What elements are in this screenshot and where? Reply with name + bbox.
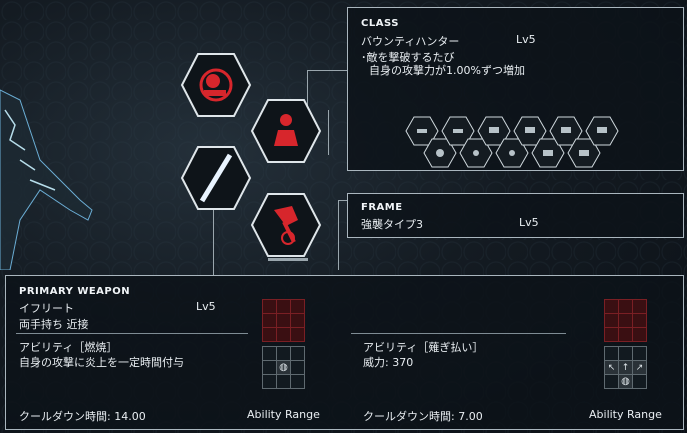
ability2-range-grid-self: ↖ ↑ ↗ ◍ (604, 346, 647, 389)
weapon-type: 両手持ち 近接 (19, 318, 89, 331)
ability1-range-grid-self: ◍ (262, 346, 305, 389)
frame-panel-title: FRAME (361, 202, 403, 213)
hex-slot-weapon[interactable] (250, 192, 322, 258)
weapon-name: イフリート (19, 302, 74, 315)
primary-weapon-panel: PRIMARY WEAPON イフリート Lv5 両手持ち 近接 アビリティ［燃… (5, 275, 684, 430)
self-marker-icon: ◍ (276, 360, 291, 375)
skill-hex-grid (405, 116, 619, 168)
arrow-right-icon: ↗ (632, 360, 647, 375)
connector-line (338, 200, 339, 270)
class-panel: CLASS バウンティハンター Lv5 ･敵を撃破するたび 自身の攻撃力が1.0… (347, 7, 684, 171)
ability1-range-grid-enemy (262, 299, 305, 342)
hex-slot-empty[interactable] (180, 145, 252, 211)
connector-line (307, 70, 347, 71)
ability1-label: アビリティ［燃焼］ (19, 341, 118, 354)
frame-panel: FRAME 強襲タイプ3 Lv5 (347, 193, 684, 238)
hex-slot-class-emblem[interactable] (180, 52, 252, 118)
character-silhouette (0, 89, 93, 270)
ability1-cooldown: クールダウン時間: 14.00 (19, 410, 146, 423)
ability2-range-label: Ability Range (589, 408, 662, 421)
frame-name: 強襲タイプ3 (361, 218, 423, 231)
connector-line (328, 110, 329, 155)
weapon-panel-title: PRIMARY WEAPON (19, 286, 131, 297)
class-level: Lv5 (516, 33, 536, 46)
ability2-label: アビリティ［薙ぎ払い］ (363, 341, 484, 354)
connector-line (213, 210, 214, 275)
class-name: バウンティハンター (361, 35, 460, 48)
arrow-up-icon: ↑ (618, 360, 633, 375)
divider (351, 333, 566, 334)
class-panel-title: CLASS (361, 18, 399, 29)
class-desc-line2: 自身の攻撃力が1.00%ずつ増加 (369, 64, 525, 77)
hex-slot-character[interactable] (250, 98, 322, 164)
weapon-level: Lv5 (196, 300, 216, 313)
connector-line (268, 258, 308, 261)
ability1-range-label: Ability Range (247, 408, 320, 421)
ability1-desc: 自身の攻撃に炎上を一定時間付与 (19, 356, 184, 369)
frame-level: Lv5 (519, 216, 539, 229)
ability2-desc: 威力: 370 (363, 356, 414, 369)
divider (16, 333, 248, 334)
self-marker-icon: ◍ (618, 374, 633, 389)
ability2-cooldown: クールダウン時間: 7.00 (363, 410, 483, 423)
arrow-left-icon: ↖ (604, 360, 619, 375)
ability2-range-grid-enemy (604, 299, 647, 342)
connector-line (338, 200, 347, 201)
